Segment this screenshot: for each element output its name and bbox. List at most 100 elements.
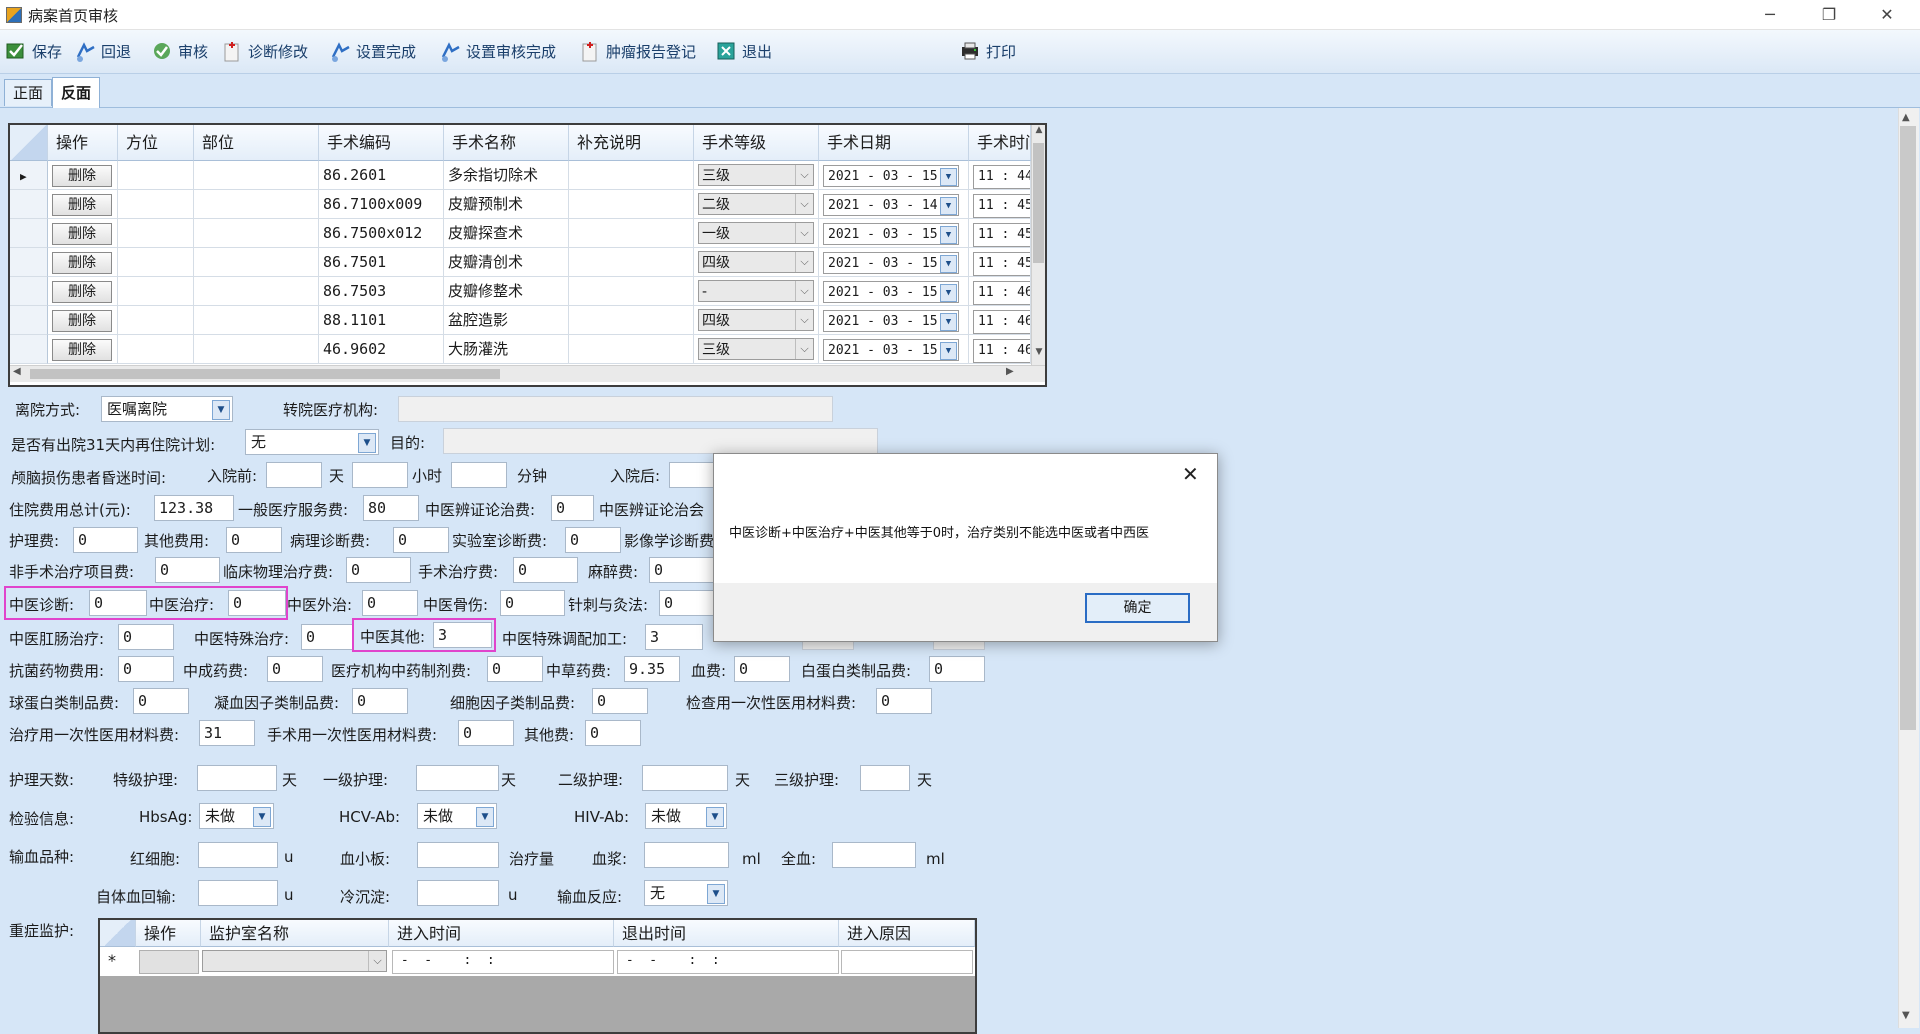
time-cell[interactable]: 11 : 45 [969,219,1031,248]
site-cell[interactable] [194,219,319,248]
site-cell[interactable] [194,306,319,335]
treat-disposable-input[interactable]: 31 [199,720,255,746]
time-cell[interactable]: 11 : 46 [969,306,1031,335]
level-cell[interactable]: - ⌵ [694,277,819,306]
page-scroll-up-icon[interactable]: ▲ [1902,112,1910,123]
grid-hscrollbar[interactable]: ◀ ▶ [10,365,1045,382]
physio-fee-input[interactable]: 0 [346,557,411,583]
action-cell[interactable]: 删除 [48,190,118,219]
before-hour-input[interactable] [352,462,408,488]
date-cell[interactable]: 2021 - 03 - 15 ▼ [819,306,969,335]
special-nursing-input[interactable] [197,765,277,791]
tcm-diagnosis-input[interactable]: 0 [89,590,147,616]
side-cell[interactable] [118,190,194,219]
side-cell[interactable] [118,335,194,364]
icu-reason-input[interactable] [841,950,973,974]
purpose-input[interactable] [443,428,878,454]
col-header-side[interactable]: 方位 [118,125,194,161]
plasma-input[interactable] [644,842,729,868]
third-nursing-input[interactable] [860,765,910,791]
date-picker[interactable]: 2021 - 03 - 15 ▼ [823,252,959,274]
misc-fee-input[interactable]: 0 [585,720,641,746]
calendar-dropdown-icon[interactable]: ▼ [940,168,957,186]
code-cell[interactable]: 86.7100x009 [319,190,444,219]
time-cell[interactable]: 11 : 44 [969,161,1031,190]
hiv-select[interactable]: 未做 ▼ [645,803,727,829]
icu-enter-time-input[interactable]: - - : : [392,950,614,974]
name-cell[interactable]: 皮瓣预制术 [444,190,569,219]
level-select[interactable]: - ⌵ [698,280,814,302]
grid-vscroll-thumb[interactable] [1033,143,1044,263]
tumor-report-button[interactable]: 肿瘤报告登记 [580,39,696,63]
nonsurgical-fee-input[interactable]: 0 [155,557,220,583]
time-input[interactable]: 11 : 46 [973,310,1030,334]
autologous-input[interactable] [198,880,278,906]
inst-prep-fee-input[interactable]: 0 [487,656,543,682]
date-cell[interactable]: 2021 - 03 - 15 ▼ [819,219,969,248]
page-scroll-down-icon[interactable]: ▼ [1902,1010,1910,1021]
minimize-button[interactable]: ─ [1747,0,1793,29]
calendar-dropdown-icon[interactable]: ▼ [940,342,957,360]
delete-row-button[interactable]: 删除 [52,310,112,332]
rbc-input[interactable] [198,842,278,868]
icu-col-enter-time[interactable]: 进入时间 [389,920,614,947]
scroll-down-arrow-icon[interactable]: ▼ [1033,347,1045,361]
tab-back[interactable]: 反面 [52,77,101,108]
tcm-external-input[interactable]: 0 [362,590,418,616]
date-picker[interactable]: 2021 - 03 - 15 ▼ [823,339,959,361]
code-cell[interactable]: 86.7503 [319,277,444,306]
level-cell[interactable]: 三级 ⌵ [694,161,819,190]
antibiotic-fee-input[interactable]: 0 [118,656,174,682]
delete-row-button[interactable]: 删除 [52,223,112,245]
icu-col-reason[interactable]: 进入原因 [839,920,975,947]
icu-exit-time-input[interactable]: - - : : [617,950,839,974]
delete-row-button[interactable]: 删除 [52,339,112,361]
pathology-fee-input[interactable]: 0 [393,527,449,553]
page-vscroll-thumb[interactable] [1900,126,1916,730]
dialog-ok-button[interactable]: 确定 [1085,593,1190,623]
action-cell[interactable]: 删除 [48,161,118,190]
before-day-input[interactable] [266,462,322,488]
code-cell[interactable]: 86.2601 [319,161,444,190]
date-cell[interactable]: 2021 - 03 - 14 ▼ [819,190,969,219]
blood-fee-input[interactable]: 0 [734,656,790,682]
whole-blood-input[interactable] [832,842,916,868]
save-button[interactable]: 保存 [6,39,62,63]
albumin-fee-input[interactable]: 0 [929,656,985,682]
icu-col-exit-time[interactable]: 退出时间 [614,920,839,947]
code-cell[interactable]: 46.9602 [319,335,444,364]
delete-row-button[interactable]: 删除 [52,252,112,274]
name-cell[interactable]: 盆腔造影 [444,306,569,335]
action-cell[interactable]: 删除 [48,248,118,277]
icu-col-action[interactable]: 操作 [136,920,201,947]
site-cell[interactable] [194,161,319,190]
scroll-right-arrow-icon[interactable]: ▶ [1006,366,1014,377]
date-cell[interactable]: 2021 - 03 - 15 ▼ [819,161,969,190]
level-cell[interactable]: 三级 ⌵ [694,335,819,364]
site-cell[interactable] [194,335,319,364]
level-cell[interactable]: 四级 ⌵ [694,248,819,277]
calendar-dropdown-icon[interactable]: ▼ [940,313,957,331]
note-cell[interactable] [569,277,694,306]
delete-row-button[interactable]: 删除 [52,165,112,187]
patent-med-fee-input[interactable]: 0 [267,656,323,682]
scroll-left-arrow-icon[interactable]: ◀ [13,366,21,377]
side-cell[interactable] [118,161,194,190]
other-fee-input[interactable]: 0 [226,527,282,553]
cryo-input[interactable] [417,880,499,906]
side-cell[interactable] [118,306,194,335]
before-minute-input[interactable] [451,462,507,488]
code-cell[interactable]: 86.7501 [319,248,444,277]
date-picker[interactable]: 2021 - 03 - 14 ▼ [823,194,959,216]
note-cell[interactable] [569,306,694,335]
herb-fee-input[interactable]: 9.35 [624,656,680,682]
set-done-button[interactable]: 设置完成 [330,39,416,63]
delete-row-button[interactable]: 删除 [52,194,112,216]
total-fee-input[interactable]: 123.38 [154,495,234,521]
after-day-input[interactable] [669,462,714,488]
cytokine-fee-input[interactable]: 0 [592,688,648,714]
anesthesia-fee-input[interactable]: 0 [649,557,714,583]
time-input[interactable]: 11 : 46 [973,281,1030,305]
code-cell[interactable]: 86.7500x012 [319,219,444,248]
close-window-button[interactable]: ✕ [1864,0,1910,29]
